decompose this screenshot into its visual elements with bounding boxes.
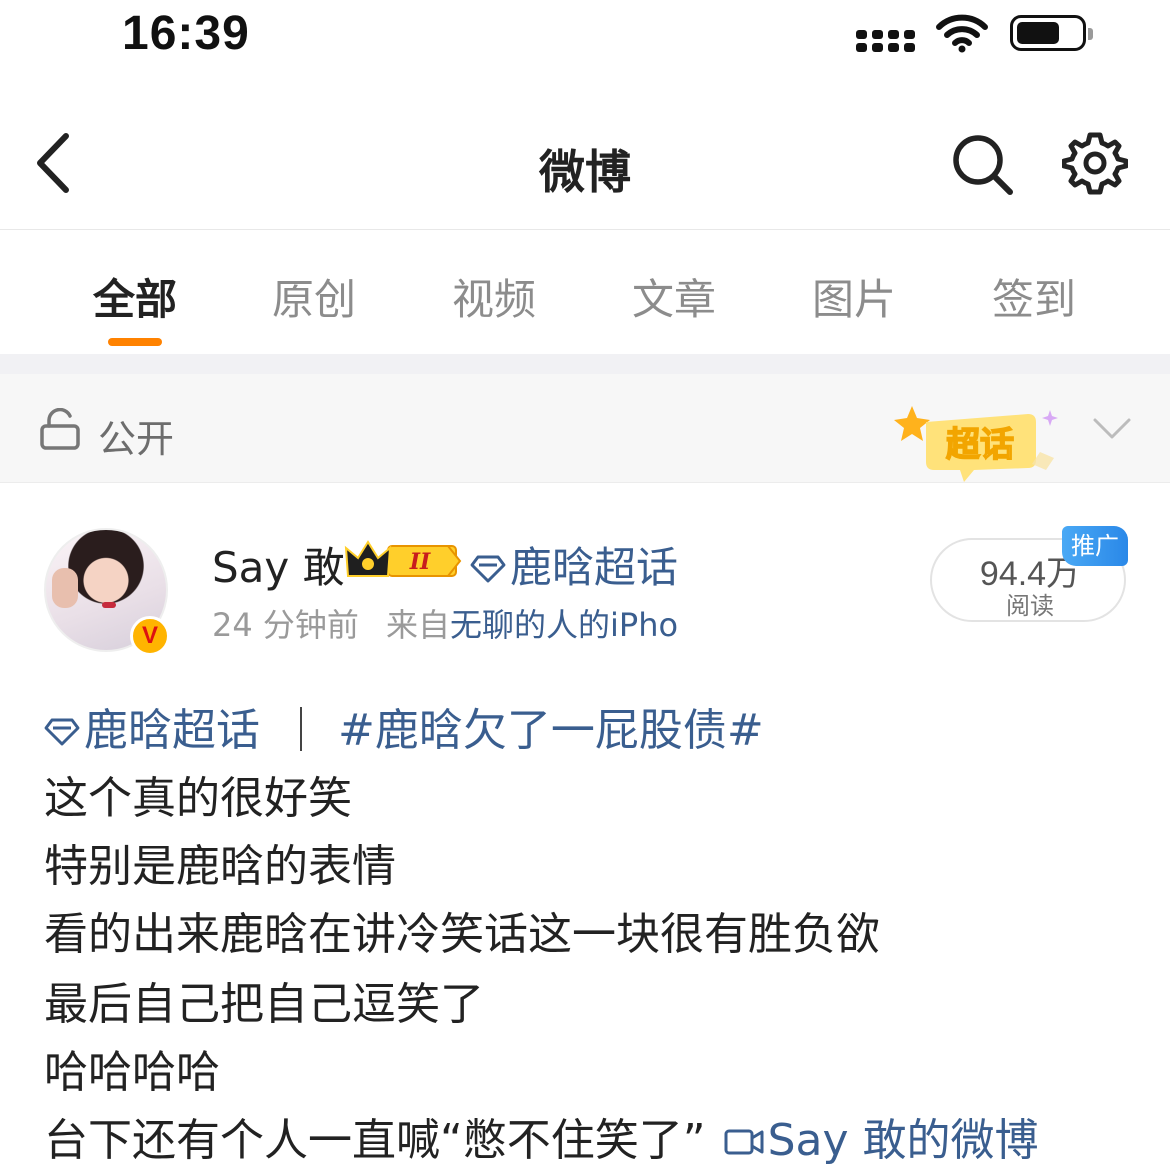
super-topic-name: 鹿晗超话 bbox=[510, 543, 679, 592]
body-super-topic-link[interactable]: 鹿晗超话 bbox=[44, 705, 274, 756]
tab-all[interactable]: 全部 bbox=[93, 266, 177, 327]
diamond-icon bbox=[470, 555, 506, 583]
vip-level-text: II bbox=[409, 549, 431, 575]
post-tags-line: 鹿晗超话 #鹿晗欠了一屁股债# bbox=[44, 694, 764, 758]
wifi-icon bbox=[936, 14, 988, 53]
post-time: 24 分钟前 bbox=[212, 606, 359, 644]
diamond-icon bbox=[44, 718, 80, 746]
post-text-line: 看的出来鹿晗在讲冷笑话这一块很有胜负欲 bbox=[44, 909, 880, 960]
super-topic-badge-text: 超话 bbox=[946, 425, 1014, 465]
post-text-line: 特别是鹿晗的表情 bbox=[44, 841, 396, 892]
read-label: 阅读 bbox=[1006, 592, 1054, 620]
post-text-last-line: 台下还有个人一直喊“憋不住笑了” Say 敢的微博 bbox=[44, 1104, 1039, 1168]
post-text-line: 这个真的很好笑 bbox=[44, 773, 352, 824]
section-separator bbox=[0, 354, 1170, 374]
super-topic-link[interactable]: 鹿晗超话 bbox=[470, 534, 678, 595]
visibility-label[interactable]: 公开 bbox=[98, 408, 174, 463]
tab-article[interactable]: 文章 bbox=[632, 266, 716, 327]
body-super-topic-name: 鹿晗超话 bbox=[84, 705, 260, 756]
tag-separator bbox=[300, 707, 302, 751]
active-tab-indicator bbox=[108, 338, 162, 346]
verified-badge-icon: V bbox=[130, 616, 170, 656]
filter-tabs: 全部 原创 视频 文章 图片 签到 bbox=[0, 230, 1170, 354]
video-icon bbox=[724, 1129, 764, 1155]
tab-checkin[interactable]: 签到 bbox=[992, 266, 1076, 327]
source-prefix: 来自 bbox=[386, 606, 451, 644]
super-topic-badge[interactable]: 超话 bbox=[890, 400, 1070, 486]
search-icon[interactable] bbox=[950, 132, 1016, 198]
tab-original[interactable]: 原创 bbox=[272, 266, 356, 327]
visibility-divider bbox=[0, 482, 1170, 483]
post-text-line: 最后自己把自己逗笑了 bbox=[44, 979, 484, 1030]
video-link-text: Say 敢的微博 bbox=[767, 1115, 1039, 1166]
status-time: 16:39 bbox=[122, 7, 250, 60]
promote-badge[interactable]: 推广 bbox=[1062, 526, 1128, 566]
chevron-down-icon[interactable] bbox=[1092, 416, 1132, 442]
tab-images[interactable]: 图片 bbox=[812, 266, 896, 327]
username[interactable]: Say 敢 bbox=[212, 534, 345, 595]
vip-crown-icon: II bbox=[344, 540, 462, 577]
tab-video[interactable]: 视频 bbox=[452, 266, 536, 327]
source-app-link[interactable]: 无聊的人的iPho bbox=[450, 606, 678, 644]
unlock-icon bbox=[40, 408, 80, 450]
post-source: 来自无聊的人的iPho bbox=[386, 600, 756, 646]
battery-icon bbox=[1010, 15, 1093, 51]
post-text-line: 台下还有个人一直喊“憋不住笑了” bbox=[44, 1115, 706, 1166]
hashtag-link[interactable]: #鹿晗欠了一屁股债# bbox=[338, 705, 764, 756]
gear-icon[interactable] bbox=[1062, 130, 1128, 196]
video-link[interactable]: Say 敢的微博 bbox=[706, 1115, 1039, 1166]
cellular-signal-icon bbox=[856, 30, 916, 52]
post-text-line: 哈哈哈哈 bbox=[44, 1047, 220, 1098]
